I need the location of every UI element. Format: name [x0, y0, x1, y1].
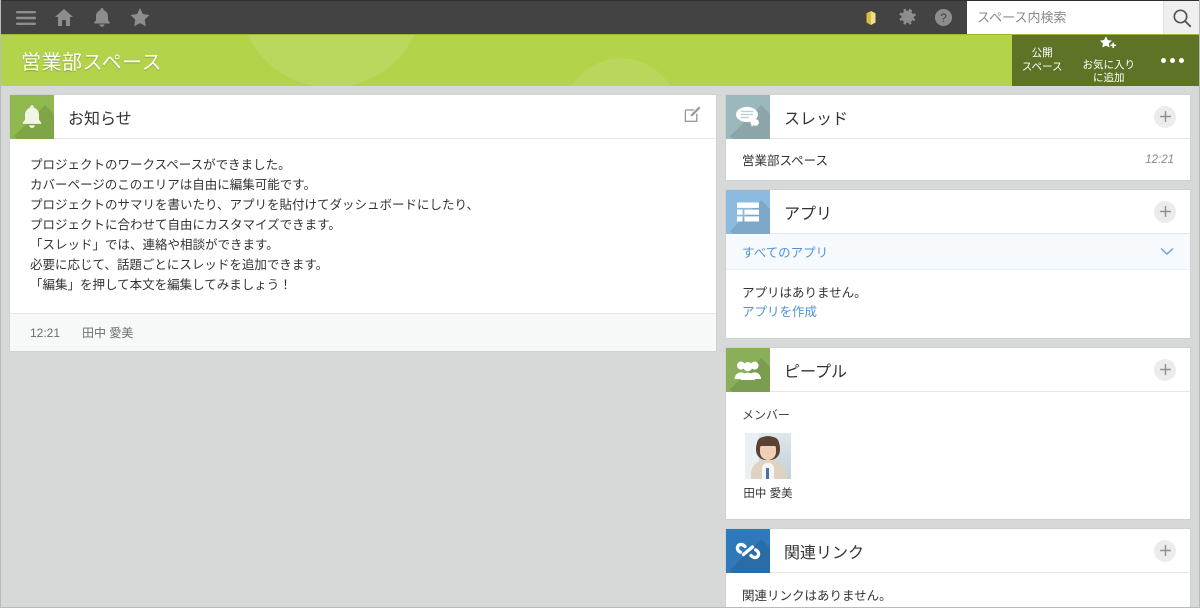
- ellipsis-icon: [1161, 58, 1184, 63]
- svg-text:?: ?: [940, 11, 947, 25]
- add-favorite-button[interactable]: お気に入り に追加: [1073, 35, 1146, 86]
- page-title: 営業部スペース: [1, 46, 162, 75]
- help-icon[interactable]: ?: [925, 1, 961, 35]
- announcement-line: 必要に応じて、話題ごとにスレッドを追加できます。: [30, 255, 696, 275]
- plus-icon: [1154, 359, 1176, 381]
- announcement-line: 「編集」を押して本文を編集してみましょう！: [30, 275, 696, 295]
- apps-empty-text: アプリはありません。: [742, 284, 1174, 303]
- related-links-body: 関連リンクはありません。: [726, 573, 1190, 607]
- announcement-header: お知らせ: [10, 95, 716, 139]
- edit-pencil-icon: [683, 105, 702, 129]
- member-name: 田中 愛美: [742, 485, 794, 501]
- side-column: スレッド 営業部スペース 12:21: [725, 94, 1191, 599]
- search-button[interactable]: [1163, 1, 1199, 35]
- threads-header: スレッド: [726, 95, 1190, 139]
- guide-book-icon[interactable]: [853, 1, 889, 35]
- add-people-button[interactable]: [1154, 359, 1190, 381]
- members-label: メンバー: [742, 406, 1174, 423]
- announcement-timestamp: 12:21: [30, 326, 60, 340]
- main-column: お知らせ プロジェクトのワークスペースができました。 カバーページのこのエリアは…: [9, 94, 717, 599]
- announcement-title: お知らせ: [54, 105, 132, 129]
- announcement-panel: お知らせ プロジェクトのワークスペースができました。 カバーページのこのエリアは…: [9, 94, 717, 352]
- global-nav-icons: [1, 1, 157, 35]
- chevron-down-icon: [1160, 243, 1174, 261]
- announcement-line: プロジェクトのワークスペースができました。: [30, 155, 696, 175]
- app-list-icon: [726, 190, 770, 234]
- add-favorite-label: お気に入り に追加: [1083, 59, 1136, 85]
- favorite-star-icon[interactable]: [123, 1, 157, 35]
- list-item[interactable]: 営業部スペース 12:21: [726, 139, 1190, 180]
- application-window: ? 営業部スペース 公開 スペース: [0, 0, 1200, 608]
- apps-header: アプリ: [726, 190, 1190, 234]
- more-menu-button[interactable]: [1145, 35, 1199, 86]
- apps-filter-dropdown[interactable]: すべてのアプリ: [726, 234, 1190, 270]
- member-item[interactable]: 田中 愛美: [742, 433, 794, 501]
- thread-name: 営業部スペース: [742, 150, 828, 169]
- apps-title: アプリ: [770, 200, 832, 224]
- announcement-line: カバーページのこのエリアは自由に編集可能です。: [30, 175, 696, 195]
- speech-bubble-icon: [726, 95, 770, 139]
- home-icon[interactable]: [47, 1, 81, 35]
- announcement-line: プロジェクトに合わせて自由にカスタマイズできます。: [30, 215, 696, 235]
- bell-icon: [10, 95, 54, 139]
- announcement-line: プロジェクトのサマリを書いたり、アプリを貼付けてダッシュボードにしたり、: [30, 195, 696, 215]
- global-top-bar: ?: [1, 0, 1199, 34]
- menu-icon[interactable]: [9, 1, 43, 35]
- notification-bell-icon[interactable]: [85, 1, 119, 35]
- add-app-button[interactable]: [1154, 201, 1190, 223]
- search-input[interactable]: [967, 1, 1163, 35]
- announcement-footer: 12:21 田中 愛美: [10, 313, 716, 351]
- related-links-header: 関連リンク: [726, 529, 1190, 573]
- apps-body: アプリはありません。 アプリを作成: [726, 270, 1190, 338]
- add-thread-button[interactable]: [1154, 106, 1190, 128]
- announcement-body: プロジェクトのワークスペースができました。 カバーページのこのエリアは自由に編集…: [10, 139, 716, 313]
- apps-filter-label: すべてのアプリ: [742, 242, 828, 261]
- add-related-link-button[interactable]: [1154, 540, 1190, 562]
- announcement-edit-button[interactable]: [683, 105, 716, 129]
- announcement-author: 田中 愛美: [82, 324, 133, 341]
- people-panel: ピープル メンバー: [725, 347, 1191, 520]
- plus-icon: [1154, 540, 1176, 562]
- public-space-label: 公開 スペース: [1022, 47, 1063, 73]
- threads-panel: スレッド 営業部スペース 12:21: [725, 94, 1191, 181]
- people-icon: [726, 348, 770, 392]
- global-top-bar-right: ?: [853, 1, 1199, 35]
- people-title: ピープル: [770, 358, 847, 382]
- public-space-badge[interactable]: 公開 スペース: [1012, 35, 1073, 86]
- threads-title: スレッド: [770, 105, 848, 129]
- gear-icon[interactable]: [889, 1, 925, 35]
- plus-icon: [1154, 106, 1176, 128]
- apps-panel: アプリ すべてのアプリ アプリはありません。: [725, 189, 1191, 339]
- page-body: お知らせ プロジェクトのワークスペースができました。 カバーページのこのエリアは…: [1, 86, 1199, 607]
- related-links-empty-text: 関連リンクはありません。: [742, 587, 1174, 606]
- space-header: 営業部スペース 公開 スペース お気に入り に追加: [1, 34, 1199, 86]
- announcement-line: 「スレッド」では、連絡や相談ができます。: [30, 235, 696, 255]
- avatar: [745, 433, 791, 479]
- thread-time: 12:21: [1145, 154, 1174, 166]
- plus-icon: [1154, 201, 1176, 223]
- create-app-link[interactable]: アプリを作成: [742, 303, 817, 322]
- related-links-panel: 関連リンク 関連リンクはありません。: [725, 528, 1191, 607]
- star-plus-icon: [1099, 36, 1118, 58]
- people-body: メンバー 田中 愛美: [726, 392, 1190, 519]
- people-header: ピープル: [726, 348, 1190, 392]
- search-box[interactable]: [967, 1, 1199, 35]
- search-icon: [1172, 8, 1192, 28]
- related-links-title: 関連リンク: [770, 539, 864, 563]
- link-chain-icon: [726, 529, 770, 573]
- space-header-actions: 公開 スペース お気に入り に追加: [1012, 35, 1199, 86]
